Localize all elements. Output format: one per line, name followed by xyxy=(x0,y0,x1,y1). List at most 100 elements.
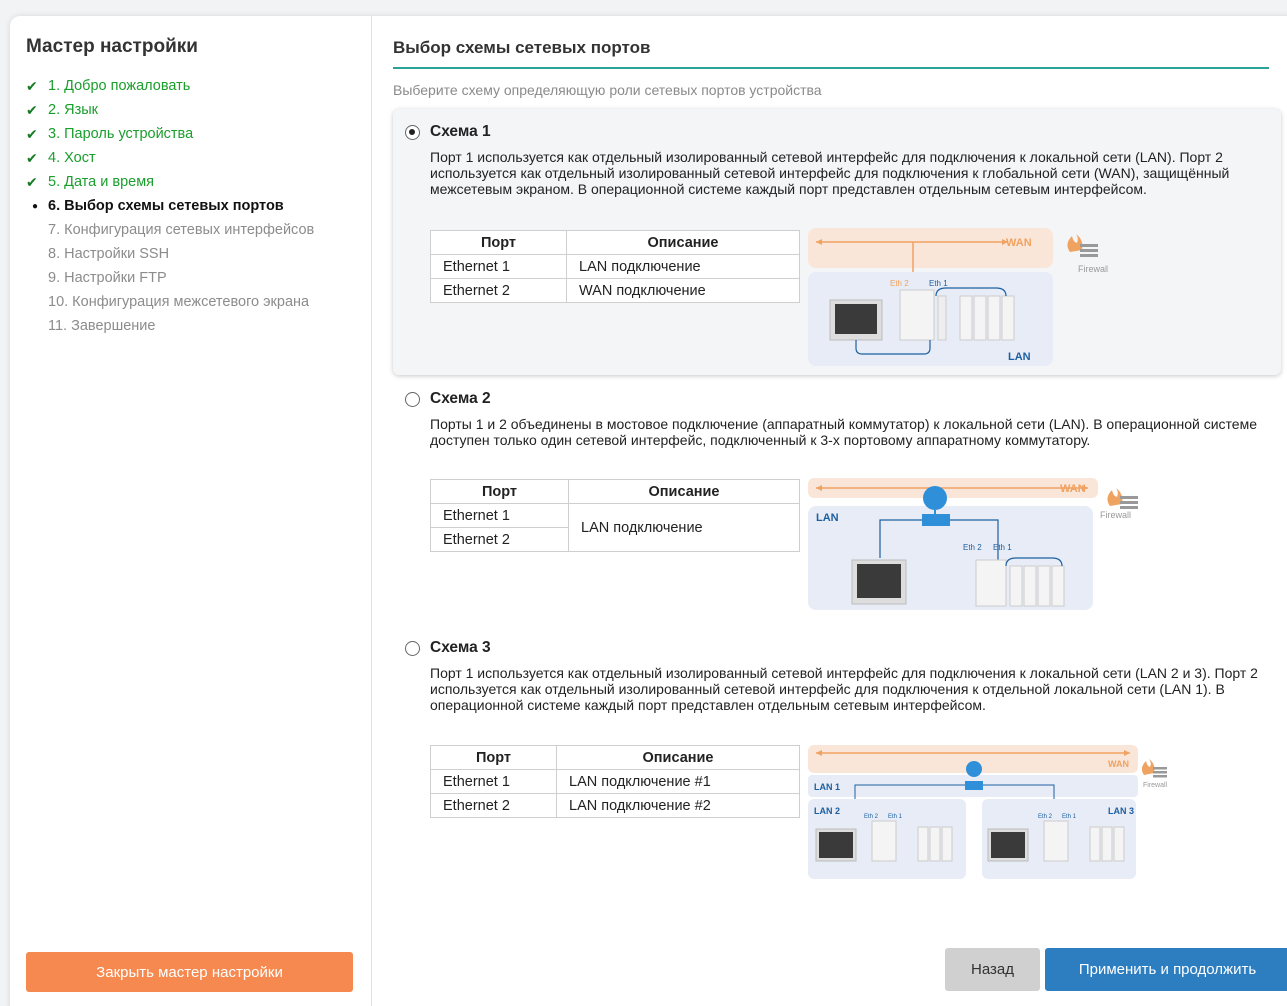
firewall-label: Firewall xyxy=(1078,264,1108,274)
table-row: Ethernet 1 LAN подключение xyxy=(430,254,800,279)
eth1-label: Eth 1 xyxy=(929,279,948,288)
eth1-label: Eth 1 xyxy=(1062,814,1077,820)
controller-icon xyxy=(975,559,1007,607)
scheme-3-header[interactable]: Схема 3 xyxy=(405,639,491,657)
step-label: 2. Язык xyxy=(48,102,99,118)
table-header-row: Порт Описание xyxy=(430,745,800,770)
wan-label: WAN xyxy=(1006,237,1032,249)
port-cell: Ethernet 2 xyxy=(430,527,569,552)
scheme-3-radio[interactable] xyxy=(405,640,420,656)
step-label: 5. Дата и время xyxy=(48,174,155,190)
scheme-2-radio[interactable] xyxy=(405,391,420,407)
scheme-3-diagram: WAN Firewall LAN 1 LAN 2 Eth 2 Eth 1 LAN… xyxy=(808,745,1168,879)
description-cell: LAN подключение #2 xyxy=(556,793,800,818)
table-row: Ethernet 2 LAN подключение #2 xyxy=(430,793,800,818)
wizard-step-finish: 11. Завершение xyxy=(26,314,314,338)
wizard-step-welcome[interactable]: ✔ 1. Добро пожаловать xyxy=(26,74,314,98)
apply-continue-button[interactable]: Применить и продолжить xyxy=(1045,948,1287,991)
wizard-step-password[interactable]: ✔ 3. Пароль устройства xyxy=(26,122,314,146)
port-cell: Ethernet 2 xyxy=(430,793,557,818)
firewall-label: Firewall xyxy=(1100,510,1131,520)
column-description: Описание xyxy=(556,745,800,770)
scheme-2-option[interactable]: Схема 2 Порты 1 и 2 объединены в мостово… xyxy=(393,376,1281,626)
controller-icon xyxy=(899,289,935,341)
lan3-label: LAN 3 xyxy=(1108,806,1134,816)
eth2-label: Eth 2 xyxy=(1038,814,1053,820)
lan1-label: LAN 1 xyxy=(814,782,840,792)
check-icon: ✔ xyxy=(26,149,38,166)
table-row: Ethernet 1 LAN подключение #1 xyxy=(430,769,800,794)
step-label: 7. Конфигурация сетевых интерфейсов xyxy=(48,222,315,238)
wizard-step-datetime[interactable]: ✔ 5. Дата и время xyxy=(26,170,314,194)
router-icon xyxy=(923,486,947,510)
firewall-icon xyxy=(1107,488,1138,509)
router-icon xyxy=(966,761,982,777)
wizard-step-port-scheme[interactable]: ● 6. Выбор схемы сетевых портов xyxy=(26,194,314,218)
column-description: Описание xyxy=(566,230,800,255)
description-cell: LAN подключение #1 xyxy=(556,769,800,794)
eth1-label: Eth 1 xyxy=(888,814,903,820)
lan2-label: LAN 2 xyxy=(814,806,840,816)
column-description: Описание xyxy=(568,479,800,504)
column-port: Порт xyxy=(430,745,557,770)
port-cell: Ethernet 1 xyxy=(430,503,569,528)
step-label: 1. Добро пожаловать xyxy=(48,78,191,94)
setup-wizard-window: Мастер настройки ✔ 1. Добро пожаловать ✔ 2… xyxy=(10,16,1287,1006)
step-label: 9. Настройки FTP xyxy=(48,270,167,286)
check-icon: ✔ xyxy=(26,101,38,118)
scheme-2-port-table: Порт Описание Ethernet 1 LAN подключение… xyxy=(430,479,800,552)
switch-icon xyxy=(965,781,983,790)
eth1-label: Eth 1 xyxy=(993,543,1012,552)
check-icon: ✔ xyxy=(26,125,38,142)
firewall-icon xyxy=(1067,234,1098,257)
table-header-row: Порт Описание xyxy=(430,479,800,504)
scheme-2-name: Схема 2 xyxy=(430,390,491,407)
back-button[interactable]: Назад xyxy=(945,948,1040,991)
check-icon: ✔ xyxy=(26,77,38,94)
scheme-1-diagram: WAN Firewall Eth 2 Eth 1 LAN xyxy=(808,228,1108,366)
description-cell: LAN подключение xyxy=(568,503,800,552)
close-wizard-button[interactable]: Закрыть мастер настройки xyxy=(26,952,353,992)
wizard-step-interfaces: 7. Конфигурация сетевых интерфейсов xyxy=(26,218,314,242)
eth2-label: Eth 2 xyxy=(963,543,982,552)
scheme-3-name: Схема 3 xyxy=(430,639,491,656)
eth2-label: Eth 2 xyxy=(864,814,879,820)
step-label: 4. Хост xyxy=(48,150,96,166)
wizard-step-ftp: 9. Настройки FTP xyxy=(26,266,314,290)
wan-label: WAN xyxy=(1060,483,1086,495)
firewall-label: Firewall xyxy=(1143,782,1168,789)
step-label: 10. Конфигурация межсетевого экрана xyxy=(48,294,310,310)
scheme-1-header[interactable]: Схема 1 xyxy=(405,123,491,141)
title-divider xyxy=(393,67,1269,69)
step-label: 3. Пароль устройства xyxy=(48,126,194,142)
wizard-step-firewall: 10. Конфигурация межсетевого экрана xyxy=(26,290,314,314)
column-port: Порт xyxy=(430,230,567,255)
scheme-1-description: Порт 1 используется как отдельный изолир… xyxy=(430,149,1230,197)
scheme-3-description: Порт 1 используется как отдельный изолир… xyxy=(430,665,1258,713)
scheme-3-option[interactable]: Схема 3 Порт 1 используется как отдельны… xyxy=(393,625,1281,895)
scheme-1-radio[interactable] xyxy=(405,124,420,140)
scheme-1-option[interactable]: Схема 1 Порт 1 используется как отдельны… xyxy=(393,109,1281,375)
description-cell: LAN подключение xyxy=(566,254,800,279)
wizard-step-host[interactable]: ✔ 4. Хост xyxy=(26,146,314,170)
step-label: 11. Завершение xyxy=(48,318,156,334)
port-cell: Ethernet 1 xyxy=(430,254,567,279)
wizard-sidebar: Мастер настройки ✔ 1. Добро пожаловать ✔ 2… xyxy=(10,16,372,1006)
lan-label: LAN xyxy=(1008,351,1031,363)
check-icon: ✔ xyxy=(26,173,38,190)
sidebar-title: Мастер настройки xyxy=(26,36,198,57)
page-title: Выбор схемы сетевых портов xyxy=(393,38,651,57)
scheme-1-port-table: Порт Описание Ethernet 1 LAN подключение… xyxy=(430,230,800,303)
page-subtitle: Выберите схему определяющую роли сетевых… xyxy=(393,82,822,98)
step-label: 6. Выбор схемы сетевых портов xyxy=(48,198,284,214)
wizard-step-language[interactable]: ✔ 2. Язык xyxy=(26,98,314,122)
bullet-icon: ● xyxy=(32,200,39,212)
port-cell: Ethernet 2 xyxy=(430,278,567,303)
step-label: 8. Настройки SSH xyxy=(48,246,170,262)
scheme-3-port-table: Порт Описание Ethernet 1 LAN подключение… xyxy=(430,745,800,818)
table-row: Ethernet 1 LAN подключение xyxy=(430,503,800,552)
firewall-icon xyxy=(1141,759,1167,778)
eth2-label: Eth 2 xyxy=(890,279,909,288)
scheme-2-header[interactable]: Схема 2 xyxy=(405,390,491,408)
scheme-1-name: Схема 1 xyxy=(430,123,491,140)
